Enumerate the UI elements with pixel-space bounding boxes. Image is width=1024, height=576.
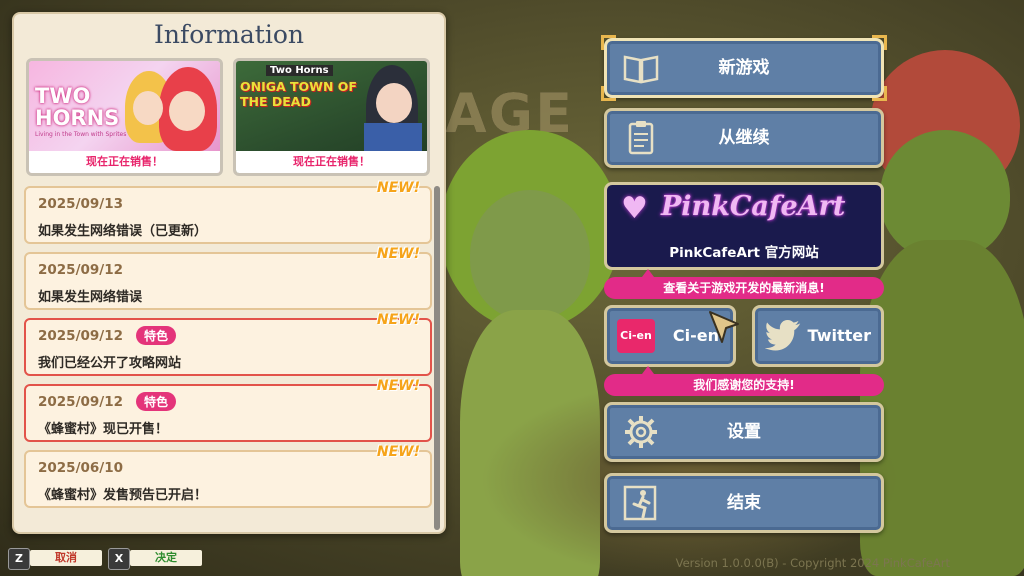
- new-game-label: 新游戏: [718, 58, 770, 78]
- cancel-label: 取消: [30, 550, 102, 566]
- confirm-hint[interactable]: X 决定: [108, 548, 208, 570]
- new-badge: NEW!: [376, 180, 420, 196]
- continue-button[interactable]: 从继续: [604, 108, 884, 168]
- twitter-bird-icon: [765, 320, 801, 351]
- news-item[interactable]: 2025/06/10 《蜂蜜村》发售预告已开启！ NEW!: [24, 444, 432, 508]
- settings-label: 设置: [727, 422, 761, 442]
- news-scrollbar[interactable]: [434, 186, 440, 530]
- news-item[interactable]: 2025/09/13 如果发生网络错误（已更新） NEW!: [24, 180, 432, 244]
- news-item[interactable]: 2025/09/12 特色 《蜂蜜村》现已开售！ NEW!: [24, 378, 432, 442]
- pinkcafeart-news-ribbon: 查看关于游戏开发的最新消息!: [604, 269, 884, 299]
- banner-title: ONIGA TOWN OF THE DEAD: [240, 79, 357, 109]
- new-badge: NEW!: [376, 246, 420, 262]
- version-text: Version 1.0.0.0(B) - Copyright 2024 Pink…: [675, 556, 950, 570]
- mouse-cursor-icon: [709, 311, 739, 343]
- confirm-label: 决定: [130, 550, 202, 566]
- banner-title-top: Two Horns: [266, 65, 333, 76]
- panel-title: Information: [153, 20, 305, 49]
- new-game-button[interactable]: 新游戏: [601, 35, 887, 101]
- banner-title: TWO HORNS: [35, 84, 120, 130]
- exit-button[interactable]: 结束: [604, 473, 884, 533]
- cancel-hint[interactable]: Z 取消: [8, 548, 108, 570]
- twitter-button[interactable]: Twitter: [752, 305, 884, 367]
- banner-two-horns[interactable]: TWO HORNS Living in the Town with Sprite…: [26, 58, 223, 176]
- support-thanks-ribbon: 我们感谢您的支持!: [604, 366, 884, 396]
- featured-badge: 特色: [136, 392, 177, 411]
- new-badge: NEW!: [376, 378, 420, 394]
- news-date: 2025/09/12: [38, 328, 124, 344]
- scrollbar-thumb[interactable]: [434, 186, 440, 530]
- settings-button[interactable]: 设置: [604, 402, 884, 462]
- exit-label: 结束: [727, 493, 761, 513]
- pinkcafeart-site-label: PinkCafeArt 官方网站: [669, 245, 819, 261]
- banner-subtitle: Living in the Town with Sprites: [35, 131, 127, 138]
- information-panel: Information TWO HORNS Living in the Town…: [12, 12, 446, 534]
- news-date: 2025/09/12: [38, 262, 124, 278]
- new-badge: NEW!: [376, 444, 420, 460]
- news-text: 如果发生网络错误: [38, 290, 143, 305]
- news-date: 2025/09/13: [38, 196, 124, 212]
- news-text: 《蜂蜜村》现已开售！: [38, 422, 169, 437]
- news-date: 2025/09/12: [38, 394, 124, 410]
- news-item[interactable]: 2025/09/12 特色 我们已经公开了攻略网站 NEW!: [24, 312, 432, 376]
- pinkcafeart-logo: PinkCafeArt: [661, 191, 846, 222]
- heart-icon: ♥: [621, 191, 648, 226]
- banner-sale-tag: 现在正在销售！: [236, 151, 427, 173]
- bottom-bar: Z 取消 X 决定 Version 1.0.0.0(B) - Copyright…: [0, 546, 1024, 576]
- news-text: 《蜂蜜村》发售预告已开启！: [38, 488, 208, 503]
- news-list: 2025/09/13 如果发生网络错误（已更新） NEW! 2025/09/12…: [24, 180, 434, 526]
- new-badge: NEW!: [376, 312, 420, 328]
- news-text: 如果发生网络错误（已更新）: [38, 224, 208, 239]
- news-text: 我们已经公开了攻略网站: [38, 356, 182, 371]
- news-date: 2025/06/10: [38, 460, 124, 476]
- news-item[interactable]: 2025/09/12 如果发生网络错误 NEW!: [24, 246, 432, 310]
- banner-sale-tag: 现在正在销售！: [29, 151, 220, 173]
- continue-label: 从继续: [718, 128, 770, 148]
- cien-icon: Ci-en: [617, 319, 655, 353]
- twitter-label: Twitter: [807, 326, 871, 345]
- x-key-icon: X: [108, 548, 130, 570]
- banner-oniga-town[interactable]: Two Horns ONIGA TOWN OF THE DEAD 现在正在销售！: [233, 58, 430, 176]
- pinkcafeart-website-button[interactable]: ♥ PinkCafeArt PinkCafeArt 官方网站: [604, 182, 884, 270]
- z-key-icon: Z: [8, 548, 30, 570]
- featured-badge: 特色: [136, 326, 177, 345]
